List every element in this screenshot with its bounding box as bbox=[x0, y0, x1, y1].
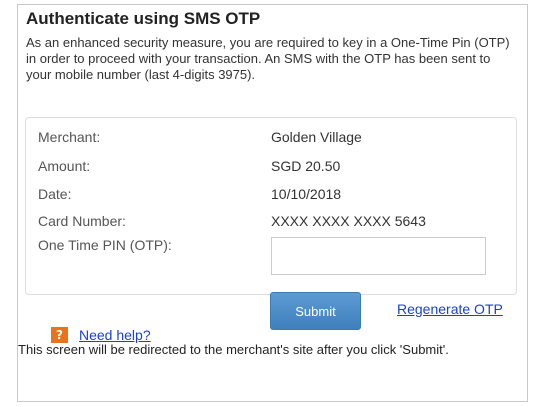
date-value: 10/10/2018 bbox=[271, 186, 342, 202]
card-number-row: Card Number: XXXX XXXX XXXX 5643 bbox=[26, 211, 516, 231]
merchant-value: Golden Village bbox=[271, 129, 362, 145]
need-help-link[interactable]: Need help? bbox=[79, 327, 151, 343]
date-row: Date: 10/10/2018 bbox=[26, 184, 516, 204]
page-title: Authenticate using SMS OTP bbox=[26, 9, 261, 28]
amount-value: SGD 20.50 bbox=[271, 158, 341, 174]
submit-button[interactable]: Submit bbox=[270, 292, 361, 330]
otp-auth-panel: Authenticate using SMS OTP As an enhance… bbox=[17, 4, 528, 402]
date-label: Date: bbox=[38, 186, 72, 202]
amount-label: Amount: bbox=[38, 158, 91, 174]
otp-label: One Time PIN (OTP): bbox=[38, 237, 172, 253]
help-icon: ? bbox=[51, 327, 68, 343]
merchant-label: Merchant: bbox=[38, 129, 101, 145]
redirect-note: This screen will be redirected to the me… bbox=[18, 342, 449, 357]
otp-input[interactable] bbox=[271, 237, 486, 275]
merchant-row: Merchant: Golden Village bbox=[26, 127, 516, 147]
card-number-value: XXXX XXXX XXXX 5643 bbox=[271, 213, 426, 229]
amount-row: Amount: SGD 20.50 bbox=[26, 156, 516, 176]
intro-text: As an enhanced security measure, you are… bbox=[26, 35, 510, 82]
transaction-details-box: Merchant: Golden Village Amount: SGD 20.… bbox=[25, 117, 517, 295]
card-number-label: Card Number: bbox=[38, 213, 126, 229]
regenerate-otp-link[interactable]: Regenerate OTP bbox=[397, 301, 503, 317]
